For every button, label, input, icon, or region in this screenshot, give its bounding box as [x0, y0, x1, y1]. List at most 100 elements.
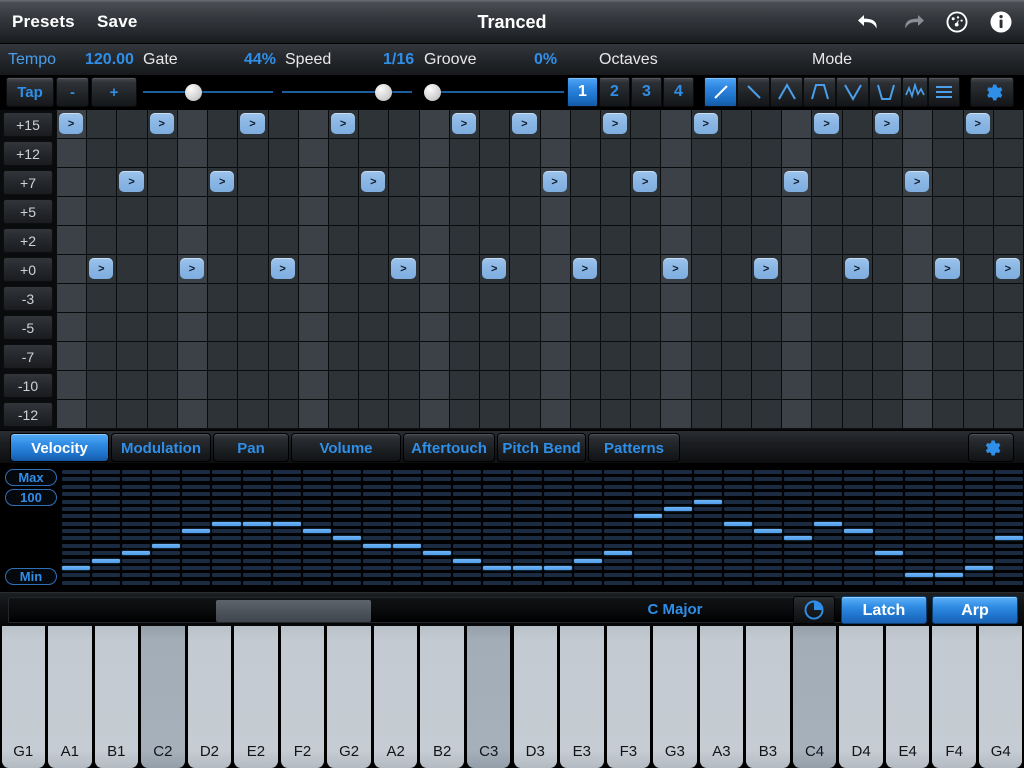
velocity-step[interactable] — [784, 499, 813, 504]
piano-key[interactable]: B3 — [746, 626, 790, 768]
velocity-step[interactable] — [784, 484, 813, 489]
velocity-step[interactable] — [212, 580, 241, 585]
velocity-step[interactable] — [302, 551, 331, 556]
velocity-step[interactable] — [754, 536, 783, 541]
grid-cell[interactable] — [570, 168, 601, 197]
velocity-step[interactable] — [633, 521, 662, 526]
velocity-step[interactable] — [573, 514, 602, 519]
grid-cell[interactable] — [449, 168, 481, 197]
grid-cell[interactable] — [631, 255, 662, 284]
grid-cell[interactable] — [752, 226, 783, 255]
velocity-step[interactable] — [423, 529, 452, 533]
grid-cell[interactable] — [480, 284, 511, 313]
velocity-step[interactable] — [964, 477, 993, 482]
velocity-step[interactable] — [663, 536, 692, 541]
velocity-step[interactable] — [513, 521, 542, 526]
velocity-step[interactable] — [393, 470, 422, 474]
velocity-step[interactable] — [272, 499, 301, 504]
velocity-step[interactable] — [724, 551, 753, 556]
velocity-step[interactable] — [543, 484, 572, 489]
plus-button[interactable]: + — [91, 77, 137, 107]
velocity-step[interactable] — [784, 492, 813, 497]
velocity-step[interactable] — [92, 565, 121, 570]
velocity-step[interactable] — [92, 499, 121, 504]
grid-cell[interactable] — [570, 400, 601, 429]
velocity-step[interactable] — [663, 551, 692, 556]
velocity-step[interactable] — [362, 499, 392, 504]
velocity-step[interactable] — [994, 492, 1023, 497]
velocity-lane[interactable] — [964, 464, 994, 592]
grid-cell[interactable] — [419, 226, 450, 255]
velocity-step[interactable] — [573, 543, 602, 548]
gear-icon[interactable] — [970, 77, 1014, 107]
grid-cell[interactable] — [782, 342, 813, 371]
velocity-step[interactable] — [693, 573, 723, 578]
grid-cell[interactable] — [268, 400, 299, 429]
velocity-step[interactable] — [122, 470, 151, 474]
grid-cell[interactable] — [540, 139, 571, 168]
velocity-step[interactable] — [964, 543, 993, 548]
grid-cell[interactable] — [359, 313, 390, 342]
velocity-step[interactable] — [573, 484, 602, 489]
grid-cell[interactable] — [389, 226, 420, 255]
grid-cell[interactable] — [208, 371, 239, 400]
velocity-step[interactable] — [994, 506, 1023, 511]
piano-keyboard[interactable]: G1 A1 B1 C2 D2 E2 F2 G2 A2 B2 C3 D3 E3 F3 G3 A3 B3 C4 D4 E4… — [0, 626, 1024, 768]
velocity-step[interactable] — [633, 484, 662, 489]
tab-velocity[interactable]: Velocity — [10, 433, 109, 462]
grid-cell[interactable] — [328, 139, 360, 168]
grid-cell[interactable] — [540, 197, 571, 226]
velocity-step[interactable] — [182, 529, 211, 533]
pattern-scrollbar-thumb[interactable] — [216, 600, 371, 622]
tempo-value[interactable]: 120.00 — [85, 44, 134, 76]
grid-cell[interactable] — [177, 313, 209, 342]
velocity-step[interactable] — [784, 580, 813, 585]
grid-cell[interactable] — [268, 371, 299, 400]
velocity-step[interactable] — [994, 484, 1023, 489]
velocity-step[interactable] — [844, 470, 873, 474]
velocity-step[interactable] — [754, 477, 783, 482]
velocity-step[interactable] — [272, 484, 301, 489]
grid-note[interactable]: > — [633, 171, 658, 192]
velocity-step[interactable] — [62, 558, 91, 563]
velocity-step[interactable] — [182, 506, 211, 511]
grid-cell[interactable] — [963, 139, 994, 168]
velocity-step[interactable] — [874, 521, 903, 526]
velocity-step[interactable] — [603, 499, 632, 504]
velocity-step[interactable] — [633, 580, 662, 585]
grid-cell[interactable] — [752, 284, 783, 313]
grid-cell[interactable] — [752, 110, 783, 139]
velocity-step[interactable] — [964, 529, 993, 533]
velocity-step[interactable] — [453, 470, 482, 474]
velocity-step[interactable] — [754, 529, 783, 533]
velocity-step[interactable] — [332, 529, 361, 533]
velocity-step[interactable] — [573, 529, 602, 533]
velocity-step[interactable] — [994, 514, 1023, 519]
grid-cell[interactable] — [117, 313, 148, 342]
grid-row-label[interactable]: -10 — [3, 373, 53, 398]
velocity-step[interactable] — [423, 484, 452, 489]
velocity-step[interactable] — [934, 499, 963, 504]
velocity-lane[interactable] — [693, 464, 723, 592]
velocity-step[interactable] — [633, 477, 662, 482]
velocity-step[interactable] — [362, 565, 392, 570]
grid-cell[interactable] — [631, 313, 662, 342]
velocity-step[interactable] — [603, 551, 632, 556]
velocity-step[interactable] — [423, 558, 452, 563]
grid-cell[interactable] — [57, 168, 88, 197]
grid-cell[interactable] — [208, 226, 239, 255]
velocity-step[interactable] — [693, 529, 723, 533]
mode-up-down-icon[interactable] — [770, 77, 803, 107]
velocity-lane[interactable] — [904, 464, 934, 592]
velocity-step[interactable] — [182, 565, 211, 570]
velocity-step[interactable] — [332, 543, 361, 548]
velocity-step[interactable] — [212, 470, 241, 474]
grid-cell[interactable] — [812, 284, 843, 313]
grid-cell[interactable] — [208, 197, 239, 226]
velocity-step[interactable] — [212, 551, 241, 556]
velocity-step[interactable] — [423, 551, 452, 556]
velocity-max-label[interactable]: Max — [5, 469, 57, 486]
velocity-step[interactable] — [242, 565, 271, 570]
grid-cell[interactable] — [842, 313, 873, 342]
velocity-step[interactable] — [332, 514, 361, 519]
